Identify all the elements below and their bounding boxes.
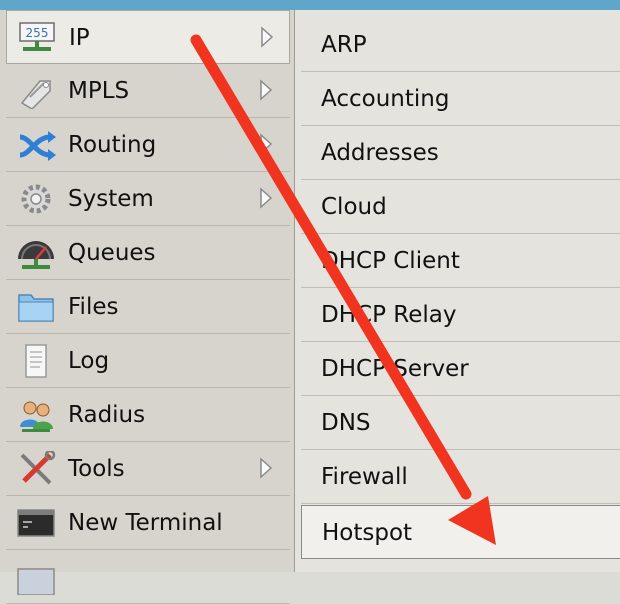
submenu-item-cloud[interactable]: Cloud (301, 180, 620, 234)
menu-item-partial[interactable] (6, 550, 290, 604)
svg-text:255: 255 (26, 26, 49, 40)
submenu-chevron-icon (260, 133, 273, 155)
menu-item-routing[interactable]: Routing (6, 118, 290, 172)
routing-icon (19, 131, 56, 161)
main-menu: 255 IP MPLS Routing System Queues Files … (0, 10, 294, 604)
menu-item-system[interactable]: System (6, 172, 290, 226)
partial-item-icon (17, 568, 55, 595)
window-top-bar (0, 0, 620, 10)
menu-label: System (68, 186, 154, 212)
submenu-item-addresses[interactable]: Addresses (301, 126, 620, 180)
menu-label: Radius (68, 402, 146, 428)
menu-label: IP (69, 25, 90, 51)
menu-label: Queues (68, 240, 156, 266)
submenu-label: ARP (321, 32, 367, 58)
submenu-label: Cloud (321, 194, 387, 220)
submenu-label: DHCP Server (321, 356, 469, 382)
menu-item-new-terminal[interactable]: New Terminal (6, 496, 290, 550)
ip-submenu: ARP Accounting Addresses Cloud DHCP Clie… (294, 10, 620, 572)
submenu-label: Firewall (321, 464, 408, 490)
menu-label: MPLS (68, 78, 130, 104)
submenu-item-hotspot[interactable]: Hotspot (301, 505, 620, 559)
submenu-item-dhcp-client[interactable]: DHCP Client (301, 234, 620, 288)
queues-gauge-icon (18, 241, 54, 269)
submenu-item-dns[interactable]: DNS (301, 396, 620, 450)
menu-label: New Terminal (68, 510, 223, 536)
menu-label: Files (68, 294, 119, 320)
submenu-item-dhcp-server[interactable]: DHCP Server (301, 342, 620, 396)
submenu-label: Hotspot (322, 520, 413, 546)
system-gear-icon (21, 184, 51, 214)
menu-item-mpls[interactable]: MPLS (6, 64, 290, 118)
tools-icon (20, 451, 56, 485)
ip-icon: 255 (19, 22, 55, 51)
submenu-label: Accounting (321, 86, 450, 112)
menu-item-radius[interactable]: Radius (6, 388, 290, 442)
submenu-chevron-icon (260, 187, 273, 209)
submenu-label: DHCP Relay (321, 302, 457, 328)
submenu-chevron-icon (261, 26, 274, 48)
submenu-chevron-icon (260, 457, 273, 479)
submenu-item-firewall[interactable]: Firewall (301, 450, 620, 504)
submenu-chevron-icon (260, 79, 273, 101)
submenu-item-arp[interactable]: ARP (301, 18, 620, 72)
menu-item-queues[interactable]: Queues (6, 226, 290, 280)
terminal-icon (17, 509, 55, 537)
menu-label: Log (68, 348, 110, 374)
menu-item-ip[interactable]: 255 IP (6, 10, 290, 64)
submenu-label: DNS (321, 410, 371, 436)
radius-users-icon (20, 401, 53, 432)
log-document-icon (25, 344, 47, 378)
menu-label: Tools (68, 456, 125, 482)
submenu-item-accounting[interactable]: Accounting (301, 72, 620, 126)
folder-icon (18, 294, 54, 322)
submenu-item-dhcp-relay[interactable]: DHCP Relay (301, 288, 620, 342)
menu-item-tools[interactable]: Tools (6, 442, 290, 496)
menu-label: Routing (68, 132, 157, 158)
submenu-label: DHCP Client (321, 248, 460, 274)
submenu-label: Addresses (321, 140, 439, 166)
menu-item-files[interactable]: Files (6, 280, 290, 334)
menu-item-log[interactable]: Log (6, 334, 290, 388)
mpls-icon (20, 80, 51, 109)
